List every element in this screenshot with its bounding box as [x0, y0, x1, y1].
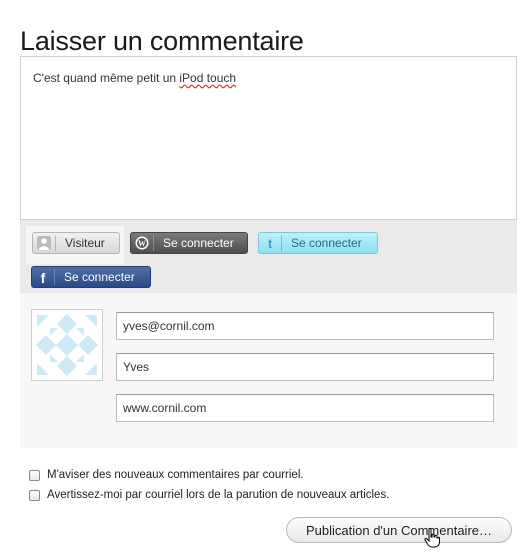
page-title: Laisser un commentaire [20, 26, 304, 57]
button-separator [54, 269, 55, 285]
notify-articles-option[interactable]: Avertissez-moi par courriel lors de la p… [29, 489, 389, 501]
notify-comments-option[interactable]: M'aviser des nouveaux commentaires par c… [29, 469, 304, 481]
visitor-button[interactable]: Visiteur [32, 232, 120, 254]
user-icon [33, 233, 55, 253]
button-separator [55, 235, 56, 251]
svg-text:f: f [41, 270, 46, 284]
button-separator [281, 235, 282, 251]
submit-comment-button[interactable]: Publication d'un Commentaire… [286, 517, 512, 543]
visitor-label: Visiteur [65, 236, 105, 250]
wordpress-login-label: Se connecter [163, 236, 234, 250]
notify-comments-label: M'aviser des nouveaux commentaires par c… [47, 469, 304, 481]
comment-textarea[interactable]: C'est quand même petit un iPod touch [20, 56, 517, 220]
facebook-icon: f [32, 267, 54, 287]
wordpress-icon: W [131, 233, 153, 253]
comment-text: C'est quand même petit un [33, 71, 180, 85]
facebook-login-label: Se connecter [64, 270, 135, 284]
wordpress-login-button[interactable]: W Se connecter [130, 232, 248, 254]
website-field[interactable]: www.cornil.com [116, 394, 494, 422]
twitter-login-label: Se connecter [291, 236, 362, 250]
twitter-icon: t [259, 233, 281, 253]
email-field[interactable]: yves@cornil.com [116, 312, 494, 340]
notify-articles-label: Avertissez-moi par courriel lors de la p… [47, 489, 390, 501]
facebook-login-button[interactable]: f Se connecter [31, 266, 151, 288]
twitter-login-button[interactable]: t Se connecter [258, 232, 378, 254]
svg-text:W: W [138, 239, 146, 248]
svg-text:t: t [268, 236, 273, 250]
misspelled-word: iPod touch [179, 71, 237, 85]
identicon-avatar [31, 309, 103, 381]
button-separator [153, 235, 154, 251]
notify-comments-checkbox[interactable] [29, 469, 40, 481]
hand-cursor-icon [424, 528, 440, 548]
name-field[interactable]: Yves [116, 353, 494, 381]
notify-articles-checkbox[interactable] [29, 489, 40, 501]
